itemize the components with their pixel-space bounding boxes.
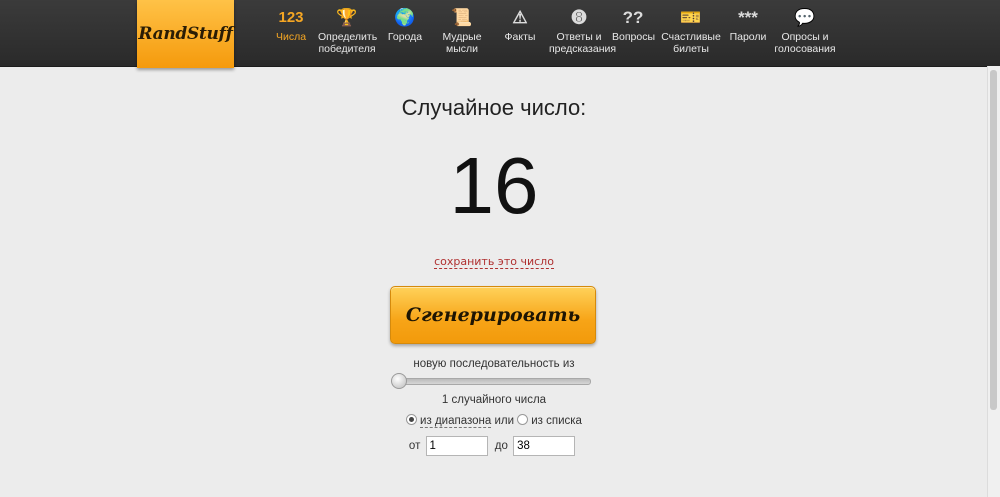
nav-label-tickets: Счастливые билеты — [661, 31, 721, 55]
ticket-icon: 🎫 — [680, 8, 702, 27]
nav-item-wisdom[interactable]: 📜 Мудрые мысли — [441, 8, 483, 55]
save-number-link-wrap: сохранить это число — [0, 255, 988, 269]
poll-icon: 💬 — [794, 8, 816, 27]
mode-selector: из диапазона или из списка — [0, 414, 988, 428]
question-icon: ?? — [622, 8, 644, 27]
nav-item-polls[interactable]: 💬 Опросы и голосования — [774, 8, 836, 55]
nav-item-tickets[interactable]: 🎫 Счастливые билеты — [661, 8, 721, 55]
range-from-input[interactable] — [425, 436, 488, 456]
count-caption: 1 случайного числа — [441, 394, 547, 406]
nav-item-facts[interactable]: ⚠ Факты — [503, 8, 537, 44]
range-to-input[interactable] — [513, 436, 576, 456]
nav-item-answers[interactable]: ➑ Ответы и предсказания — [549, 8, 616, 55]
list-option-label[interactable]: из списка — [531, 415, 582, 427]
from-label: от — [408, 440, 421, 453]
nav-label-winner: Определить победителя — [318, 31, 378, 55]
nav-label-answers: Ответы и предсказания — [549, 31, 617, 55]
nav-label-passwords: Пароли — [729, 31, 767, 43]
sequence-caption: новую последовательность из — [413, 358, 575, 370]
to-label: до — [494, 440, 508, 453]
vertical-scrollbar[interactable] — [987, 66, 1000, 497]
nav-item-passwords[interactable]: *** Пароли — [728, 8, 768, 44]
page-title: Случайное число: — [401, 95, 587, 120]
range-option-label[interactable]: из диапазона — [420, 415, 492, 428]
list-radio[interactable] — [517, 414, 529, 425]
scroll-icon: 📜 — [451, 8, 473, 27]
range-radio[interactable] — [406, 414, 418, 425]
random-number-result: 16 — [449, 141, 539, 230]
nav-label-questions: Вопросы — [612, 31, 656, 43]
or-text: или — [494, 415, 515, 427]
nav-item-cities[interactable]: 🌍 Города — [387, 8, 423, 44]
nav-label-numbers: Числа — [276, 31, 307, 43]
count-slider-track[interactable] — [395, 378, 591, 385]
top-navigation-bar: RandStuff 123 Числа 🏆 Определить победит… — [0, 0, 1000, 68]
nav-item-questions[interactable]: ?? Вопросы — [612, 8, 656, 44]
scrollbar-thumb[interactable] — [990, 70, 997, 410]
nav-item-numbers[interactable]: 123 Числа — [276, 8, 306, 44]
nav-label-cities: Города — [387, 31, 423, 43]
eight-ball-icon: ➑ — [571, 8, 587, 27]
generate-button[interactable]: Сгенерировать — [390, 286, 596, 344]
randstuff-logo[interactable]: RandStuff — [137, 0, 234, 68]
save-number-link[interactable]: сохранить это число — [434, 255, 554, 269]
nav-label-polls: Опросы и голосования — [774, 31, 836, 55]
password-icon: *** — [738, 8, 758, 27]
nav-label-wisdom: Мудрые мысли — [442, 31, 482, 55]
nav-item-winner[interactable]: 🏆 Определить победителя — [318, 8, 378, 55]
numbers-icon: 123 — [278, 9, 304, 26]
globe-icon: 🌍 — [394, 8, 416, 27]
range-inputs: от до — [0, 436, 988, 456]
trophy-icon: 🏆 — [336, 8, 358, 27]
count-slider-handle[interactable] — [391, 373, 407, 389]
nav-label-facts: Факты — [504, 31, 536, 43]
warning-icon: ⚠ — [512, 8, 528, 27]
